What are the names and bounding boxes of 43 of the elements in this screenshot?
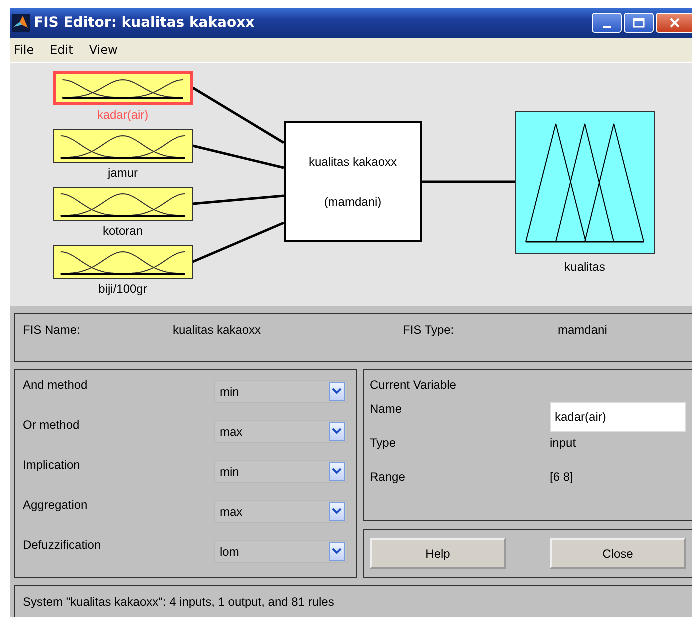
help-button[interactable]: Help xyxy=(370,538,506,569)
menu-item[interactable]: View xyxy=(89,43,118,57)
close-icon xyxy=(670,18,680,28)
output-variable-label: kualitas xyxy=(564,260,606,274)
range-value: [6 8] xyxy=(550,470,574,486)
window-title: FIS Editor: kualitas kakaoxx xyxy=(34,15,255,31)
input-variable-label: kadar(air) xyxy=(96,108,150,122)
status-bar: System "kualitas kakaoxx": 4 inputs, 1 output, and 81 rules xyxy=(14,585,692,617)
input-variable-label: jamur xyxy=(106,166,139,180)
system-type: (mamdani) xyxy=(324,194,382,208)
input-variable-label: biji/100gr xyxy=(98,282,148,296)
method-dropdown[interactable]: min xyxy=(214,380,348,403)
type-value: input xyxy=(550,436,578,452)
fis-type-value: mamdani xyxy=(558,323,608,337)
menu-item[interactable]: File xyxy=(14,43,34,57)
name-input-field[interactable]: kadar(air) xyxy=(550,402,686,432)
method-dropdown[interactable]: max xyxy=(214,500,348,523)
system-name: kualitas kakaoxx xyxy=(308,154,398,168)
method-label: Defuzzification xyxy=(23,538,102,552)
close-button[interactable]: Close xyxy=(550,538,686,569)
app-icon xyxy=(12,14,30,32)
range-label: Range xyxy=(370,470,406,486)
minimize-button[interactable] xyxy=(592,13,622,33)
input-variable-label: kotoran xyxy=(102,224,144,238)
method-label: And method xyxy=(23,378,88,392)
panel-title: Current Variable xyxy=(370,378,458,394)
close-button[interactable] xyxy=(656,13,692,33)
system-block[interactable]: kualitas kakaoxx (mamdani) xyxy=(284,121,422,242)
method-dropdown[interactable]: lom xyxy=(214,540,348,563)
method-label: Implication xyxy=(23,458,80,472)
fis-type-label: FIS Type: xyxy=(403,323,456,337)
type-label: Type xyxy=(370,436,398,452)
name-label: Name xyxy=(370,402,404,418)
fis-name-value: kualitas kakaoxx xyxy=(173,323,262,337)
method-dropdown[interactable]: min xyxy=(214,460,348,483)
method-label: Aggregation xyxy=(23,498,88,512)
method-dropdown[interactable]: max xyxy=(214,420,348,443)
maximize-icon xyxy=(633,18,645,28)
fis-name-label: FIS Name: xyxy=(23,323,82,337)
menu-item[interactable]: Edit xyxy=(50,43,74,57)
maximize-button[interactable] xyxy=(624,13,654,33)
method-label: Or method xyxy=(23,418,80,432)
minimize-icon xyxy=(603,26,611,28)
